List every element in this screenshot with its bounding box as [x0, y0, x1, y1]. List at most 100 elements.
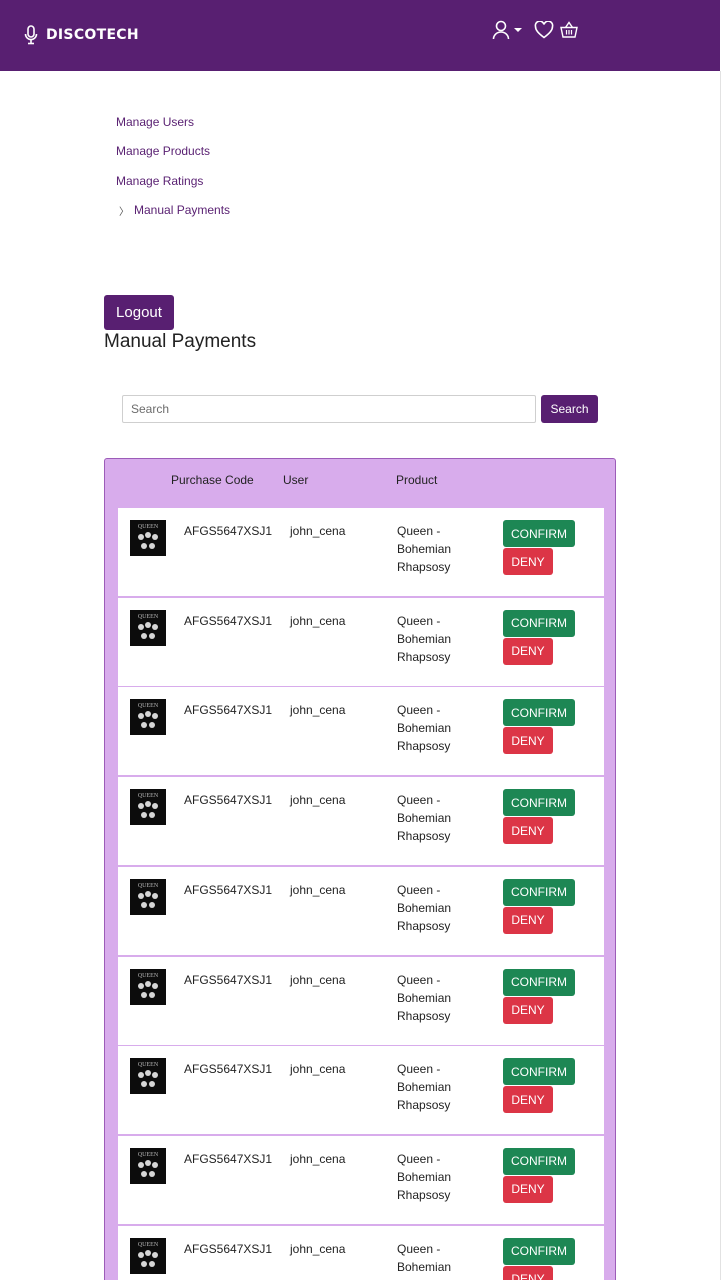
confirm-button[interactable]: CONFIRM [503, 789, 575, 817]
username: john_cena [290, 703, 346, 718]
confirm-button[interactable]: CONFIRM [503, 878, 575, 906]
search-input[interactable] [122, 395, 536, 423]
cart-link[interactable] [560, 21, 578, 39]
confirm-button[interactable]: CONFIRM [503, 1147, 575, 1175]
deny-button[interactable]: DENY [503, 1086, 553, 1114]
svg-text:QUEEN: QUEEN [138, 1062, 159, 1068]
deny-button[interactable]: DENY [503, 727, 553, 755]
user-icon [492, 20, 510, 40]
album-cover-image: QUEEN [130, 699, 166, 736]
confirm-button[interactable]: CONFIRM [503, 699, 575, 727]
purchase-code: AFGS5647XSJ1 [184, 972, 273, 987]
basket-icon [560, 21, 578, 38]
album-cover-image: QUEEN [130, 1058, 166, 1095]
product-name: Queen - Bohemian Rhapsosy [397, 703, 452, 754]
username: john_cena [290, 613, 346, 628]
purchase-code: AFGS5647XSJ1 [184, 524, 273, 538]
column-header-user: User [283, 473, 309, 487]
table-row: QUEEN AFGS5647XSJ1 john_cena Queen - Boh… [118, 777, 604, 866]
user-menu[interactable] [492, 20, 528, 40]
table-row: QUEEN AFGS5647XSJ1 john_cena Queen - Boh… [118, 1135, 604, 1224]
deny-button[interactable]: DENY [503, 1265, 553, 1280]
product-name: Queen - Bohemian Rhapsosy [397, 972, 452, 1023]
username: john_cena [290, 972, 346, 987]
purchase-code: AFGS5647XSJ1 [184, 1241, 273, 1256]
confirm-button[interactable]: CONFIRM [503, 1058, 575, 1086]
album-cover-image: QUEEN [130, 789, 166, 826]
deny-button[interactable]: DENY [503, 1175, 553, 1203]
album-cover-image: QUEEN [130, 1237, 166, 1274]
column-header-purchase-code: Purchase Code [171, 473, 254, 487]
confirm-button[interactable]: CONFIRM [503, 609, 575, 637]
search-button[interactable]: Search [541, 395, 598, 423]
table-row: QUEEN AFGS5647XSJ1 john_cena Queen - Boh… [118, 1046, 604, 1135]
product-name: Queen - Bohemian Rhapsosy [397, 524, 452, 574]
confirm-button[interactable]: CONFIRM [503, 520, 575, 547]
svg-text:QUEEN: QUEEN [138, 793, 159, 799]
brand-name: DISCOTECH [46, 27, 139, 43]
heart-icon [534, 21, 554, 39]
purchase-code: AFGS5647XSJ1 [184, 793, 273, 808]
purchase-code: AFGS5647XSJ1 [184, 1151, 273, 1166]
svg-text:QUEEN: QUEEN [138, 973, 159, 979]
product-name: Queen - Bohemian Rhapsosy [397, 613, 452, 664]
nav-item-label: Manual Payments [134, 203, 231, 217]
svg-text:QUEEN: QUEEN [138, 703, 159, 709]
nav-item-label: Manage Users [116, 114, 195, 129]
username: john_cena [290, 524, 346, 538]
album-cover-image: QUEEN [130, 520, 166, 556]
svg-text:QUEEN: QUEEN [138, 1152, 159, 1158]
nav-manage-products[interactable]: Manage Products [116, 143, 230, 160]
confirm-button[interactable]: CONFIRM [503, 968, 575, 996]
username: john_cena [290, 1241, 346, 1256]
purchase-code: AFGS5647XSJ1 [184, 882, 273, 897]
nav-manage-ratings[interactable]: Manage Ratings [116, 172, 230, 189]
product-name: Queen - Bohemian Rhapsosy [397, 1062, 452, 1113]
column-header-product: Product [396, 473, 438, 487]
product-name: Queen - Bohemian Rhapsosy [397, 882, 452, 933]
logout-button[interactable]: Logout [104, 295, 174, 330]
purchase-code: AFGS5647XSJ1 [184, 703, 273, 718]
admin-side-nav: Manage Users Manage Products Manage Rati… [116, 113, 230, 231]
username: john_cena [290, 882, 346, 897]
page-title: Manual Payments [104, 331, 257, 352]
table-row: QUEEN AFGS5647XSJ1 john_cena Queen - Boh… [118, 687, 604, 776]
album-cover-image: QUEEN [130, 609, 166, 646]
deny-button[interactable]: DENY [503, 548, 553, 575]
svg-text:QUEEN: QUEEN [138, 614, 159, 620]
confirm-button[interactable]: CONFIRM [503, 1237, 575, 1265]
username: john_cena [290, 1062, 346, 1077]
deny-button[interactable]: DENY [503, 996, 553, 1024]
table-row: QUEEN AFGS5647XSJ1 john_cena Queen - Boh… [118, 508, 604, 596]
deny-button[interactable]: DENY [503, 817, 553, 845]
album-cover-image: QUEEN [130, 1147, 166, 1184]
product-name: Queen - Bohemian Rhapsosy [397, 1241, 452, 1280]
brand-logo[interactable]: DISCOTECH [24, 25, 139, 45]
username: john_cena [290, 793, 346, 808]
top-navbar: DISCOTECH [0, 0, 720, 71]
nav-item-label: Manage Ratings [116, 173, 204, 188]
svg-text:QUEEN: QUEEN [138, 524, 159, 530]
nav-item-label: Manage Products [116, 144, 211, 158]
microphone-icon [24, 25, 38, 45]
chevron-right-icon: 〉 [119, 206, 129, 218]
album-cover-image: QUEEN [130, 968, 166, 1005]
table-row: QUEEN AFGS5647XSJ1 john_cena Queen - Boh… [118, 1225, 604, 1280]
wishlist-link[interactable] [534, 21, 554, 39]
purchase-code: AFGS5647XSJ1 [184, 1062, 273, 1077]
svg-text:QUEEN: QUEEN [138, 1242, 159, 1248]
nav-manual-payments[interactable]: 〉 Manual Payments [116, 202, 230, 219]
payments-table: Purchase Code User Product QUEEN AFGS564… [104, 458, 616, 1280]
product-name: Queen - Bohemian Rhapsosy [397, 1151, 452, 1202]
chevron-down-icon [514, 28, 522, 32]
product-name: Queen - Bohemian Rhapsosy [397, 793, 452, 844]
page-edge-divider [720, 71, 721, 1280]
purchase-code: AFGS5647XSJ1 [184, 613, 273, 628]
deny-button[interactable]: DENY [503, 906, 553, 934]
table-row: QUEEN AFGS5647XSJ1 john_cena Queen - Boh… [118, 956, 604, 1045]
deny-button[interactable]: DENY [503, 637, 553, 665]
table-row: QUEEN AFGS5647XSJ1 john_cena Queen - Boh… [118, 597, 604, 686]
nav-manage-users[interactable]: Manage Users [116, 113, 230, 130]
username: john_cena [290, 1151, 346, 1166]
album-cover-image: QUEEN [130, 878, 166, 915]
